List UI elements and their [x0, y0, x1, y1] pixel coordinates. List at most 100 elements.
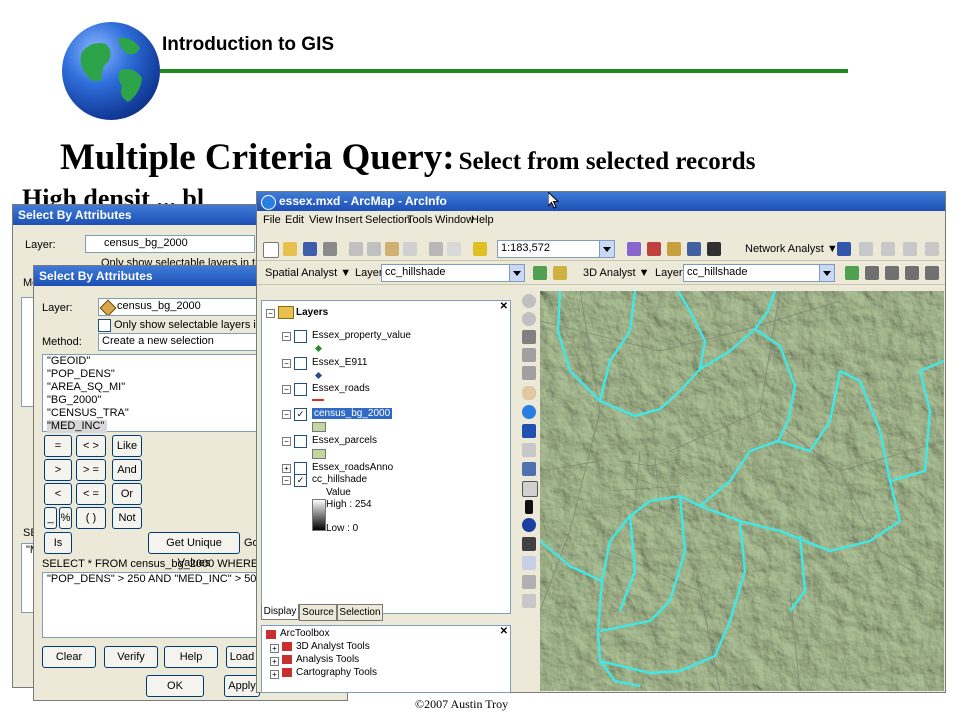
select-features-icon[interactable]: [522, 462, 536, 476]
new-document-icon[interactable]: [263, 242, 279, 258]
3d-layer-dropdown-icon[interactable]: [819, 265, 834, 281]
profile-icon[interactable]: [905, 266, 919, 280]
clear-selection-icon[interactable]: [522, 481, 538, 497]
network-solve-icon[interactable]: [903, 242, 917, 256]
steepest-path-icon[interactable]: [865, 266, 879, 280]
spatial-layer-select[interactable]: cc_hillshade: [381, 264, 525, 282]
undo-icon[interactable]: [429, 242, 443, 256]
help-button[interactable]: Help: [164, 646, 218, 668]
network-window-icon[interactable]: [837, 242, 851, 256]
ok-button[interactable]: OK: [146, 675, 204, 697]
field-item-selected[interactable]: "MED_INC": [47, 420, 108, 433]
op-greater-button[interactable]: >: [44, 459, 72, 481]
menu-selection[interactable]: Selection: [365, 214, 410, 226]
toc-layer-name[interactable]: Essex_property_value: [312, 330, 411, 341]
editor-icon[interactable]: [627, 242, 641, 256]
op-is-button[interactable]: Is: [44, 532, 72, 554]
load-button[interactable]: Load: [226, 646, 258, 668]
op-not-equal-button[interactable]: < >: [76, 435, 106, 457]
add-data-icon[interactable]: [473, 242, 487, 256]
paste-icon[interactable]: [385, 242, 399, 256]
layers-root-label[interactable]: Layers: [296, 307, 328, 318]
map-scale-select[interactable]: 1:183,572: [497, 240, 615, 258]
only-selectable-checkbox[interactable]: [98, 319, 111, 332]
toc-close-icon[interactable]: ✕: [500, 301, 508, 312]
zoom-out-icon[interactable]: [522, 312, 536, 326]
3d-layer-select[interactable]: cc_hillshade: [683, 264, 835, 282]
toc-layer-name[interactable]: Essex_parcels: [312, 435, 377, 446]
toolbox-item[interactable]: Analysis Tools: [296, 654, 359, 665]
3d-analyst-menu[interactable]: 3D Analyst ▼: [583, 267, 650, 279]
layer-collapse-icon[interactable]: −: [282, 385, 291, 394]
toc-layer-name[interactable]: Essex_roads: [312, 383, 370, 394]
toc-layer-name[interactable]: Essex_roadsAnno: [312, 462, 393, 473]
arcscene-icon[interactable]: [925, 266, 939, 280]
save-icon[interactable]: [303, 242, 317, 256]
line-of-sight-icon[interactable]: [885, 266, 899, 280]
toc-layer-name-selected[interactable]: census_bg_2000: [312, 408, 393, 419]
layer-expand-icon[interactable]: +: [282, 464, 291, 473]
open-folder-icon[interactable]: [283, 242, 297, 256]
layer-visibility-checkbox-checked[interactable]: ✓: [294, 408, 307, 421]
toolbox-expand-icon[interactable]: +: [270, 644, 279, 653]
op-greater-equal-button[interactable]: > =: [76, 459, 106, 481]
toolbox-item[interactable]: Cartography Tools: [296, 667, 377, 678]
clear-button[interactable]: Clear: [42, 646, 96, 668]
op-not-button[interactable]: Not: [112, 507, 142, 529]
layer-visibility-checkbox[interactable]: [294, 357, 307, 370]
menu-view[interactable]: View: [309, 214, 333, 226]
catalog-icon[interactable]: [667, 242, 681, 256]
contour-icon[interactable]: [533, 266, 547, 280]
menu-window[interactable]: Window: [435, 214, 474, 226]
toc-layer-name[interactable]: Essex_E911: [312, 357, 367, 368]
op-or-button[interactable]: Or: [112, 483, 142, 505]
select-elements-icon[interactable]: [525, 500, 533, 514]
op-less-equal-button[interactable]: < =: [76, 483, 106, 505]
op-percent-button[interactable]: %: [59, 507, 72, 529]
back-layer-select[interactable]: census_bg_2000: [85, 235, 255, 253]
help-arrow-icon[interactable]: [707, 242, 721, 256]
toolbox-expand-icon[interactable]: +: [270, 657, 279, 666]
op-parens-button[interactable]: ( ): [76, 507, 106, 529]
forward-extent-icon[interactable]: [522, 443, 536, 457]
layer-visibility-checkbox[interactable]: [294, 435, 307, 448]
menu-tools[interactable]: Tools: [407, 214, 433, 226]
print-icon[interactable]: [323, 242, 337, 256]
op-underscore-button[interactable]: _: [44, 507, 57, 529]
network-tool-icon[interactable]: [859, 242, 873, 256]
hyperlink-icon[interactable]: [522, 594, 536, 608]
menu-help[interactable]: Help: [471, 214, 494, 226]
tab-selection[interactable]: Selection: [337, 604, 383, 621]
fixed-zoom-out-icon[interactable]: [522, 366, 536, 380]
op-like-button[interactable]: Like: [112, 435, 142, 457]
op-equals-button[interactable]: =: [44, 435, 72, 457]
layer-visibility-checkbox-checked[interactable]: ✓: [294, 474, 307, 487]
pan-hand-icon[interactable]: [522, 386, 536, 400]
delete-icon[interactable]: [403, 242, 417, 256]
spatial-analyst-menu[interactable]: Spatial Analyst ▼: [265, 267, 351, 279]
go-to-xy-icon[interactable]: [522, 556, 536, 570]
3d-contour-icon[interactable]: [845, 266, 859, 280]
expression-box[interactable]: "POP_DENS" > 250 AND "MED_INC" > 50000: [42, 572, 275, 638]
network-analyst-menu[interactable]: Network Analyst ▼: [745, 243, 838, 255]
command-line-icon[interactable]: [687, 242, 701, 256]
toolbox-item[interactable]: 3D Analyst Tools: [296, 641, 370, 652]
fixed-zoom-in-icon[interactable]: [522, 348, 536, 362]
measure-icon[interactable]: [522, 575, 536, 589]
scale-dropdown-icon[interactable]: [599, 241, 614, 257]
layer-collapse-icon[interactable]: −: [282, 410, 291, 419]
network-route-icon[interactable]: [925, 242, 939, 256]
tab-source[interactable]: Source: [299, 604, 337, 621]
get-unique-values-button[interactable]: Get Unique Values: [148, 532, 240, 569]
arctoolbox-icon[interactable]: [647, 242, 661, 256]
redo-icon[interactable]: [447, 242, 461, 256]
find-binoculars-icon[interactable]: [522, 537, 536, 551]
zoom-in-icon[interactable]: [522, 294, 536, 308]
map-view[interactable]: [540, 291, 944, 691]
full-extent-icon[interactable]: [522, 405, 536, 419]
layer-collapse-icon[interactable]: −: [282, 437, 291, 446]
toolbox-root[interactable]: ArcToolbox: [280, 628, 329, 639]
op-and-button[interactable]: And: [112, 459, 142, 481]
layer-collapse-icon[interactable]: −: [282, 476, 291, 485]
tab-display[interactable]: Display: [261, 604, 299, 620]
